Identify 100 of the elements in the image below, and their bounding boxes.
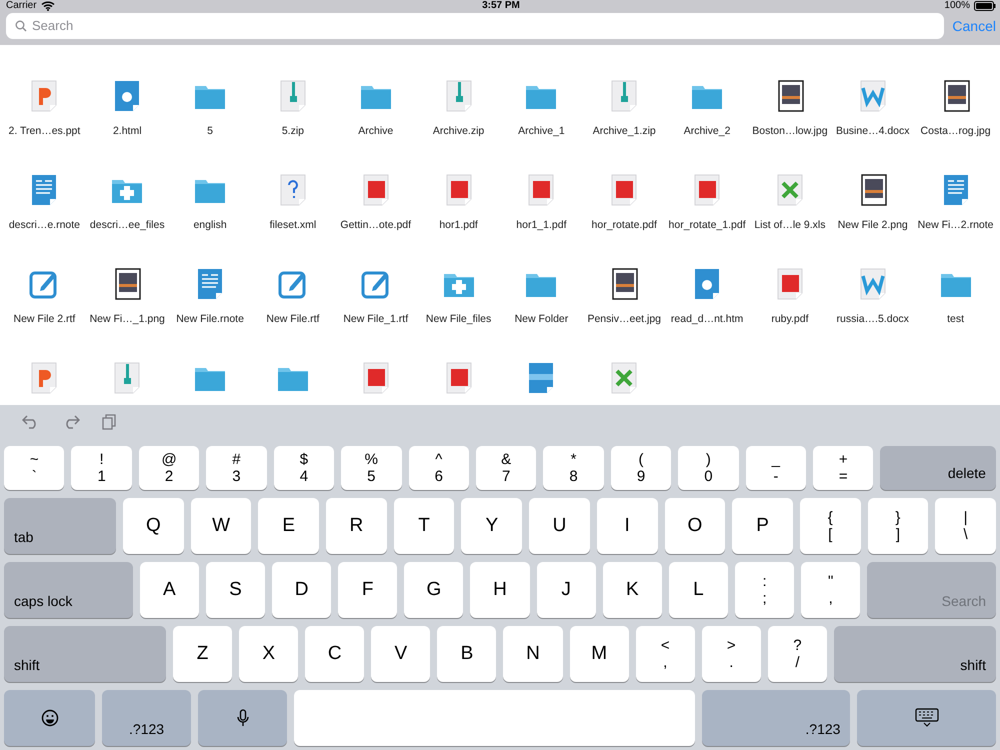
key[interactable]: & 7	[476, 446, 536, 490]
delete-key[interactable]: delete	[880, 446, 996, 490]
file-name: english	[193, 218, 227, 231]
key[interactable]: Z	[173, 626, 232, 682]
key[interactable]: { [	[800, 498, 861, 554]
file-name: New Fi…2.rnote	[918, 218, 994, 231]
file-name: russia….5.docx	[836, 312, 909, 325]
key[interactable]: G	[404, 562, 464, 618]
key[interactable]: L	[668, 562, 728, 618]
caps-lock-key[interactable]: caps lock	[4, 562, 133, 618]
key[interactable]: < ,	[636, 626, 695, 682]
file-name: New File 2.rtf	[13, 312, 76, 325]
file-name: hor1_1.pdf	[516, 218, 567, 231]
key[interactable]: A	[140, 562, 199, 618]
battery-label: 100%	[944, 0, 970, 12]
file-name: New File.rtf	[266, 312, 320, 325]
file-name: descri…e.rnote	[8, 218, 80, 231]
key[interactable]: " ,	[801, 562, 860, 618]
microphone-icon	[236, 709, 249, 727]
key[interactable]: # 3	[206, 446, 267, 490]
wifi-icon	[40, 0, 55, 11]
key[interactable]: H	[470, 562, 530, 618]
key[interactable]: N	[503, 626, 563, 682]
file-name: New File_1.rtf	[343, 312, 408, 325]
key[interactable]: B	[437, 626, 496, 682]
key[interactable]: P	[732, 498, 793, 554]
tab-key[interactable]: tab	[4, 498, 116, 554]
file-name: Archive_2	[684, 124, 730, 137]
file-name: 2.html	[112, 124, 142, 137]
file-name: Archive_1.zip	[592, 124, 656, 137]
key[interactable]: S	[206, 562, 266, 618]
file-name: Boston…low.jpg	[752, 124, 828, 137]
key[interactable]: @ 2	[138, 446, 200, 490]
file-name: Archive	[358, 124, 394, 137]
file-name: 2. Tren…es.ppt	[8, 124, 80, 137]
key[interactable]: % 5	[341, 446, 402, 490]
key[interactable]: I	[596, 498, 658, 554]
key[interactable]: E	[258, 498, 320, 554]
file-name: New File.rnote	[176, 312, 244, 325]
key[interactable]: V	[371, 626, 430, 682]
carrier-label: Carrier	[6, 0, 37, 12]
file-name: Gettin…ote.pdf	[340, 218, 412, 231]
key[interactable]: } ]	[868, 498, 928, 554]
key[interactable]: ^ 6	[408, 446, 469, 490]
file-name: Pensiv…eet.jpg	[587, 312, 662, 325]
key[interactable]: : ;	[735, 562, 794, 618]
file-name: hor_rotate.pdf	[592, 218, 657, 231]
key[interactable]: T	[394, 498, 454, 554]
file-name: Archive_1	[518, 124, 565, 137]
file-name: List of…le 9.xls	[754, 218, 826, 231]
file-name: test	[947, 312, 964, 325]
file-name: New File 2.png	[838, 218, 908, 231]
key[interactable]: * 8	[543, 446, 604, 490]
key[interactable]: ~ `	[4, 446, 64, 490]
key[interactable]: $ 4	[274, 446, 334, 490]
paste-icon[interactable]	[102, 414, 116, 430]
shift-key[interactable]: shift	[4, 626, 166, 682]
key[interactable]: C	[305, 626, 364, 682]
key[interactable]: + =	[813, 446, 874, 490]
key[interactable]: F	[338, 562, 398, 618]
key[interactable]: U	[529, 498, 590, 554]
emoji-key[interactable]	[4, 690, 96, 746]
key[interactable]: ( 9	[610, 446, 672, 490]
numbers-key[interactable]: .?123	[102, 690, 192, 746]
key[interactable]: X	[239, 626, 298, 682]
key[interactable]: | \	[935, 498, 996, 554]
key[interactable]: D	[272, 562, 332, 618]
key[interactable]: ? /	[768, 626, 827, 682]
key[interactable]: ! 1	[71, 446, 132, 490]
file-name: hor_rotate_1.pdf	[668, 218, 746, 231]
file-name: New Fi…_1.png	[90, 312, 165, 325]
key[interactable]: ) 0	[678, 446, 739, 490]
key[interactable]: W	[190, 498, 252, 554]
key[interactable]: Y	[461, 498, 522, 554]
file-name: fileset.xml	[270, 218, 316, 231]
clock-label: 3:57 PM	[482, 0, 520, 12]
file-name: descri…ee_files	[90, 218, 165, 231]
file-name: read_d…nt.htm	[670, 312, 744, 325]
file-name: ruby.pdf	[771, 312, 808, 325]
key[interactable]: O	[664, 498, 726, 554]
key[interactable]: R	[326, 498, 387, 554]
file-name: Costa…rog.jpg	[920, 124, 991, 137]
shift-key[interactable]: shift	[834, 626, 996, 682]
emoji-icon	[40, 709, 59, 727]
file-name: Archive.zip	[432, 124, 484, 137]
key[interactable]: J	[536, 562, 596, 618]
file-name: New File_files	[426, 312, 492, 325]
key[interactable]: > .	[702, 626, 761, 682]
battery-icon	[974, 0, 996, 11]
file-name: 5.zip	[282, 124, 304, 137]
key[interactable]: Q	[123, 498, 184, 554]
key[interactable]: K	[602, 562, 662, 618]
file-name: hor1.pdf	[439, 218, 478, 231]
file-name: New Folder	[514, 312, 568, 325]
search-field[interactable]: Search	[6, 12, 944, 39]
file-name: 5	[207, 124, 213, 137]
numbers-key[interactable]: .?123	[702, 690, 850, 746]
key[interactable]: M	[570, 626, 629, 682]
key[interactable]: _ -	[746, 446, 806, 490]
file-name: Busine…4.docx	[836, 124, 910, 137]
